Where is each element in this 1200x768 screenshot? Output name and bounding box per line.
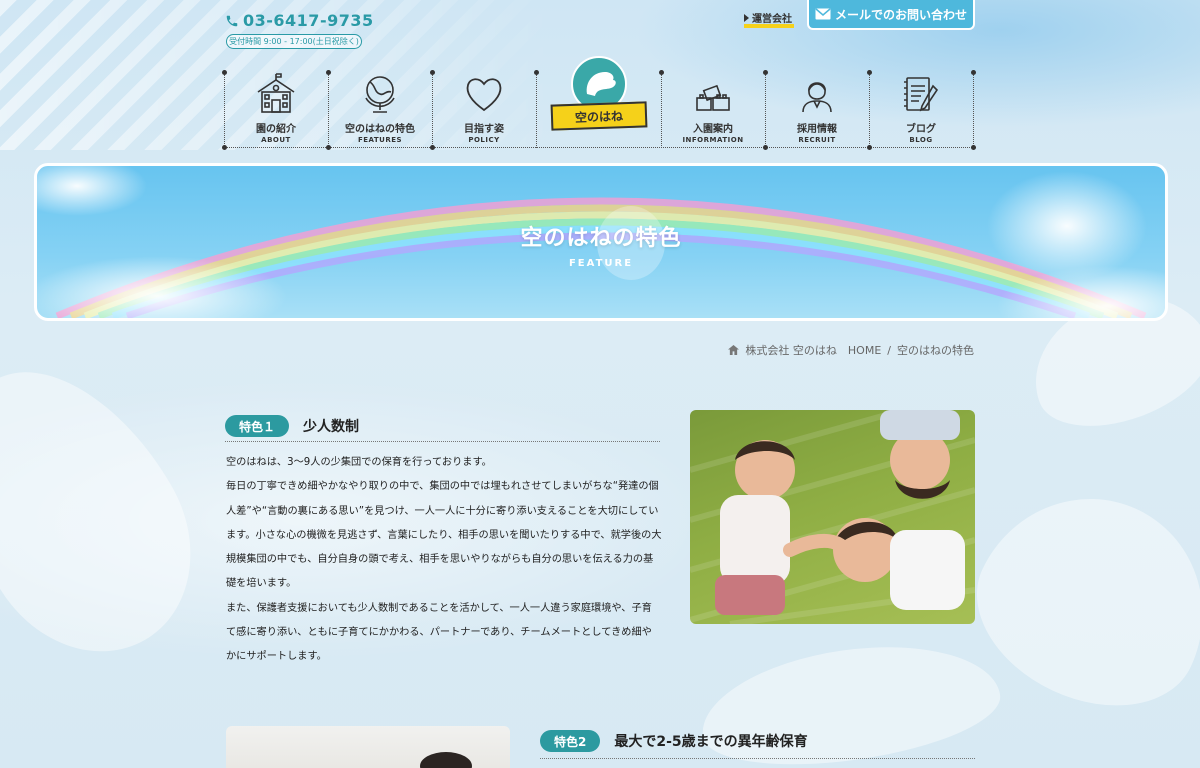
globe-icon [365, 76, 395, 113]
notepad-icon [904, 77, 939, 112]
hero-title: 空のはねの特色 [520, 226, 682, 251]
feature2-title: 最大で2-5歳までの異年齢保育 [614, 734, 808, 750]
nav-label-en: FEATURES [357, 136, 403, 144]
feature1-paragraph: 空のはねは、3〜9人の少集団での保育を行っております。 [226, 457, 492, 468]
phone-text: 03-6417-9735 [243, 11, 374, 30]
hero-banner: 空のはねの特色 FEATURE [34, 163, 1168, 321]
mail-contact-button[interactable]: メールでのお問い合わせ [807, 0, 975, 30]
feature1-photo-children [690, 410, 975, 624]
site-logo[interactable]: 空のはね [547, 56, 651, 152]
nav-label-ja: 入園案内 [693, 124, 733, 135]
breadcrumb-separator: / [887, 343, 891, 357]
feature2-heading: 特色2 最大で2-5歳までの異年齢保育 [540, 728, 975, 754]
feature2-photo [226, 726, 510, 768]
nav-label-en: BLOG [909, 136, 933, 144]
nav-item-about[interactable]: 園の紹介 ABOUT [224, 72, 328, 147]
blocks-icon [696, 84, 730, 111]
nav-label-ja: 空のはねの特色 [345, 124, 415, 135]
breadcrumb-home-link[interactable]: 株式会社 空のはね HOME [745, 342, 881, 358]
feature1-divider [225, 441, 660, 442]
nav-item-recruit[interactable]: 採用情報 RECRUIT [765, 72, 869, 147]
business-hours: 受付時間 9:00 - 17:00(土日祝除く) [226, 34, 362, 49]
feature1-paragraph: 毎日の丁寧できめ細やかなやり取りの中で、集団の中では埋もれさせてしまいがちな“発… [226, 481, 662, 590]
main-navigation: 園の紹介 ABOUT 空のはねの特色 FEATURES 目指す姿 POLICY … [222, 56, 976, 150]
nav-label-en: ABOUT [261, 136, 291, 144]
nav-item-features[interactable]: 空のはねの特色 FEATURES [328, 72, 432, 147]
child-photo-illustration [420, 752, 472, 768]
feature1-heading: 特色１ 少人数制 [225, 411, 660, 441]
logo-ribbon: 空のはね [550, 101, 648, 131]
nav-label-en: INFORMATION [682, 136, 744, 144]
envelope-icon [815, 8, 831, 20]
nav-label-ja: 目指す姿 [464, 124, 504, 135]
feature1-badge: 特色１ [225, 415, 290, 437]
heart-icon [466, 78, 502, 112]
nav-item-information[interactable]: 入園案内 INFORMATION [661, 72, 765, 147]
breadcrumb-current: 空のはねの特色 [897, 344, 974, 357]
mail-button-label: メールでのお問い合わせ [834, 7, 967, 22]
staff-person-icon [802, 82, 832, 113]
nav-item-blog[interactable]: ブログ BLOG [869, 72, 973, 147]
feature1-title: 少人数制 [303, 419, 360, 435]
home-icon [728, 345, 740, 355]
feature2-badge: 特色2 [540, 730, 601, 752]
phone-icon [226, 15, 238, 26]
feature2-divider [540, 758, 975, 759]
breadcrumb: 株式会社 空のはね HOME / 空のはねの特色 [728, 342, 974, 358]
company-link-underline [744, 24, 794, 28]
nav-separator [536, 72, 537, 148]
hero-subtitle: FEATURE [568, 258, 634, 269]
children-photo-illustration [690, 410, 975, 624]
phone-number[interactable]: 03-6417-9735 [225, 11, 374, 30]
feature1-body: 空のはねは、3〜9人の少集団での保育を行っております。 毎日の丁寧できめ細やかな… [226, 451, 662, 670]
nav-label-ja: 採用情報 [797, 124, 837, 135]
nav-item-policy[interactable]: 目指す姿 POLICY [432, 72, 536, 147]
nav-label-ja: 園の紹介 [256, 124, 296, 135]
triangle-right-icon [744, 14, 749, 22]
school-building-icon [257, 73, 295, 113]
feature1-paragraph: また、保護者支援においても少人数制であることを活かして、一人一人違う家庭環境や、… [226, 602, 652, 663]
nav-label-en: RECRUIT [798, 136, 836, 144]
nav-separator [973, 72, 974, 148]
nav-label-ja: ブログ [906, 124, 936, 135]
company-link[interactable]: 運営会社 [744, 10, 794, 28]
nav-label-en: POLICY [468, 136, 500, 144]
